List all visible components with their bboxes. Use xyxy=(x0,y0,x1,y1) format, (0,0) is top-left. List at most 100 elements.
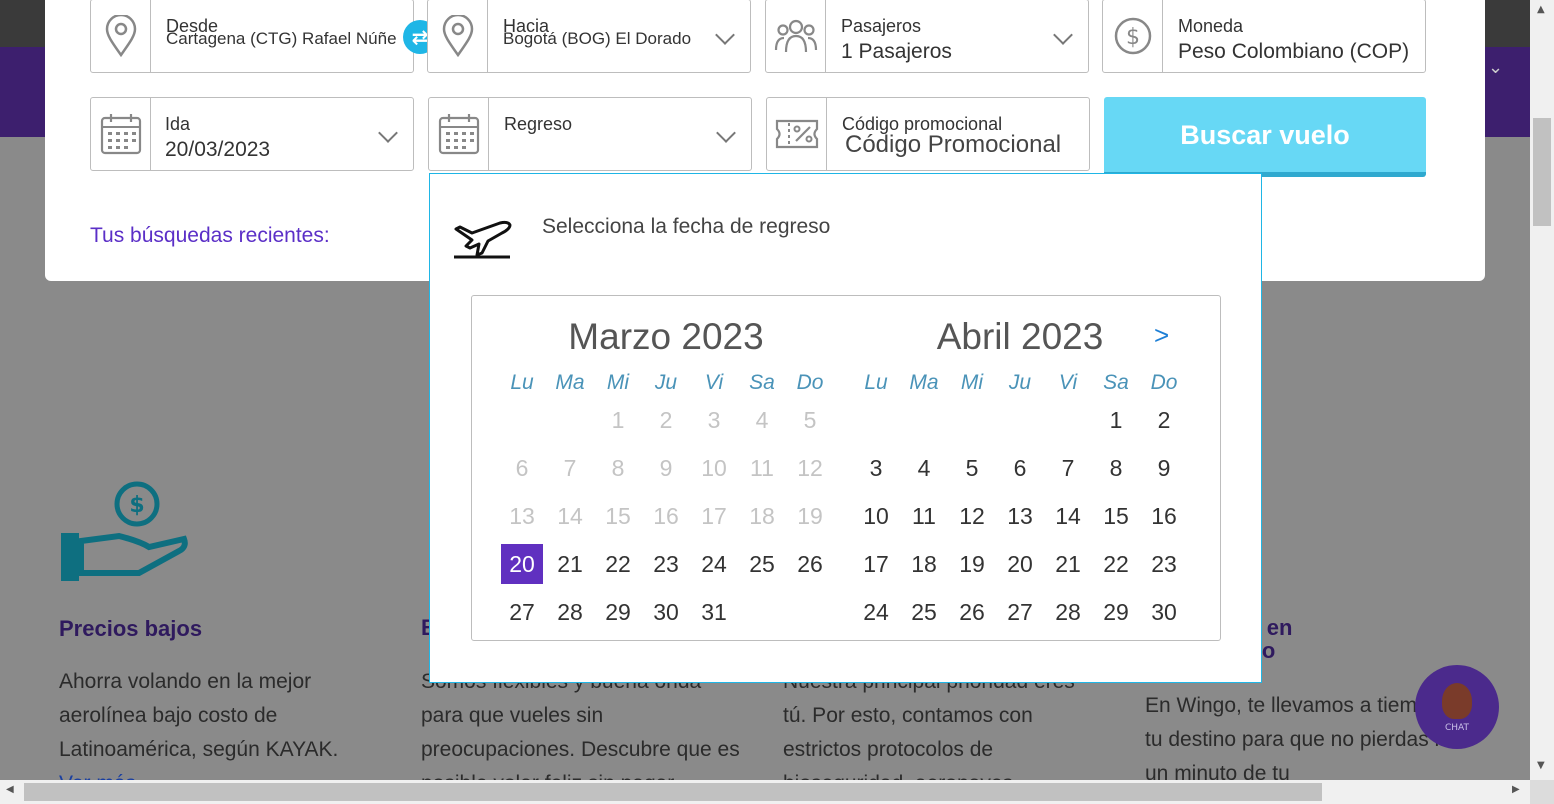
return-date-picker: Selecciona la fecha de regreso Marzo 202… xyxy=(429,173,1262,683)
calendar-day[interactable]: 23 xyxy=(1140,540,1188,588)
calendar-icon xyxy=(91,98,151,170)
calendar-day[interactable]: 5 xyxy=(948,444,996,492)
departure-date-field[interactable]: Ida 20/03/2023 xyxy=(90,97,414,171)
feature-title: Precios bajos xyxy=(59,616,203,641)
departure-value: 20/03/2023 xyxy=(165,138,271,161)
passengers-field[interactable]: Pasajeros 1 Pasajeros xyxy=(765,0,1089,73)
scrollbar-corner xyxy=(1530,780,1554,804)
calendar-day: 18 xyxy=(749,502,775,529)
calendar-day[interactable]: 27 xyxy=(996,588,1044,636)
calendar-day[interactable]: 11 xyxy=(900,492,948,540)
calendar-day: 12 xyxy=(797,454,823,481)
empty-day-cell xyxy=(738,588,786,636)
calendar-day[interactable]: 7 xyxy=(1044,444,1092,492)
calendar-day[interactable]: 13 xyxy=(996,492,1044,540)
search-flight-button[interactable]: Buscar vuelo xyxy=(1104,97,1426,177)
location-pin-icon xyxy=(91,0,151,72)
next-month-button[interactable]: > xyxy=(1154,320,1169,351)
calendar-day[interactable]: 2 xyxy=(1140,396,1188,444)
origin-field[interactable]: Desde Cartagena (CTG) Rafael Núñez xyxy=(90,0,414,73)
calendar-day[interactable]: 1 xyxy=(1092,396,1140,444)
promo-code-field[interactable]: Código promocional Código Promocional xyxy=(766,97,1090,171)
calendar-day: 6 xyxy=(515,454,529,481)
calendar-day[interactable]: 4 xyxy=(900,444,948,492)
weekday-label: Do xyxy=(1150,371,1178,394)
currency-value: Peso Colombiano (COP) xyxy=(1178,40,1410,63)
calendar-day[interactable]: 28 xyxy=(546,588,594,636)
calendar-day[interactable]: 21 xyxy=(546,540,594,588)
calendar-day[interactable]: 29 xyxy=(594,588,642,636)
weekday-label: Do xyxy=(796,371,824,394)
calendar: Marzo 2023 Lu Ma Mi Ju Vi Sa Do 1 2 3 4 5 6 7 8 9 10 11 1… xyxy=(471,295,1221,641)
calendar-day: 5 xyxy=(803,406,817,433)
destination-value: Bogotá (BOG) El Dorado xyxy=(503,29,692,48)
calendar-day[interactable]: 18 xyxy=(900,540,948,588)
weekday-label: Vi xyxy=(1058,371,1078,394)
date-picker-title: Selecciona la fecha de regreso xyxy=(542,215,831,238)
calendar-day[interactable]: 21 xyxy=(1044,540,1092,588)
calendar-day[interactable]: 25 xyxy=(738,540,786,588)
calendar-day[interactable]: 14 xyxy=(1044,492,1092,540)
vertical-scrollbar[interactable]: ▲ ▼ xyxy=(1530,0,1554,780)
calendar-day[interactable]: 27 xyxy=(498,588,546,636)
scroll-thumb[interactable] xyxy=(1533,118,1551,226)
weekday-label: Sa xyxy=(749,371,775,394)
calendar-day[interactable]: 28 xyxy=(1044,588,1092,636)
month-title: Marzo 2023 xyxy=(568,316,764,357)
empty-day-cell xyxy=(996,396,1044,444)
calendar-day[interactable]: 29 xyxy=(1092,588,1140,636)
calendar-day[interactable]: 16 xyxy=(1140,492,1188,540)
calendar-day: 10 xyxy=(701,454,727,481)
calendar-day[interactable]: 15 xyxy=(1092,492,1140,540)
calendar-day[interactable]: 24 xyxy=(690,540,738,588)
chevron-down-icon xyxy=(715,25,735,45)
weekday-label: Ma xyxy=(909,371,939,394)
calendar-day: 17 xyxy=(701,502,727,529)
people-icon xyxy=(766,0,826,72)
calendar-day[interactable]: 10 xyxy=(852,492,900,540)
calendar-day[interactable]: 22 xyxy=(594,540,642,588)
scroll-up-icon[interactable]: ▲ xyxy=(1537,4,1545,15)
calendar-day: 15 xyxy=(605,502,631,529)
empty-day-cell xyxy=(948,396,996,444)
calendar-day[interactable]: 12 xyxy=(948,492,996,540)
calendar-day[interactable]: 17 xyxy=(852,540,900,588)
calendar-day[interactable]: 24 xyxy=(852,588,900,636)
weekday-label: Ju xyxy=(1008,371,1032,394)
calendar-day[interactable]: 30 xyxy=(1140,588,1188,636)
calendar-day[interactable]: 30 xyxy=(642,588,690,636)
weekday-label: Lu xyxy=(510,371,534,394)
calendar-day[interactable]: 6 xyxy=(996,444,1044,492)
promo-input[interactable]: Código Promocional xyxy=(845,131,1061,159)
scroll-down-icon[interactable]: ▼ xyxy=(1537,760,1545,771)
svg-text:$: $ xyxy=(1126,25,1140,50)
calendar-day[interactable]: 22 xyxy=(1092,540,1140,588)
calendar-day[interactable]: 31 xyxy=(690,588,738,636)
calendar-day[interactable]: 26 xyxy=(786,540,834,588)
calendar-day[interactable]: 3 xyxy=(852,444,900,492)
departure-label: Ida xyxy=(165,114,191,134)
calendar-month-march: Marzo 2023 Lu Ma Mi Ju Vi Sa Do 1 2 3 4 5 6 7 8 9 10 11 1… xyxy=(498,312,834,636)
scroll-left-icon[interactable]: ◀ xyxy=(6,784,14,795)
calendar-day[interactable]: 23 xyxy=(642,540,690,588)
currency-field[interactable]: $ Moneda Peso Colombiano (COP) xyxy=(1102,0,1426,73)
destination-field[interactable]: Hacia Bogotá (BOG) El Dorado xyxy=(427,0,751,73)
scroll-thumb[interactable] xyxy=(24,783,1322,801)
chevron-down-icon[interactable]: ⌄ xyxy=(1488,57,1508,78)
calendar-day[interactable]: 25 xyxy=(900,588,948,636)
calendar-day: 8 xyxy=(611,454,625,481)
selected-day[interactable]: 20 xyxy=(501,544,543,584)
calendar-day[interactable]: 9 xyxy=(1140,444,1188,492)
day-grid: 1 2 3 4 5 6 7 8 9 10 11 12 13 14 15 16 17 18 19 20 21 22 23 24 2… xyxy=(498,396,834,636)
scroll-right-icon[interactable]: ▶ xyxy=(1512,784,1520,795)
weekday-label: Sa xyxy=(1103,371,1129,394)
calendar-day[interactable]: 26 xyxy=(948,588,996,636)
horizontal-scrollbar[interactable]: ◀ ▶ xyxy=(0,780,1530,804)
calendar-day[interactable]: 20 xyxy=(996,540,1044,588)
return-date-field[interactable]: Regreso xyxy=(428,97,752,171)
weekday-label: Vi xyxy=(704,371,724,394)
calendar-day: 1 xyxy=(611,406,625,433)
calendar-day[interactable]: 8 xyxy=(1092,444,1140,492)
calendar-day[interactable]: 19 xyxy=(948,540,996,588)
chat-button[interactable]: CHAT xyxy=(1415,665,1499,749)
